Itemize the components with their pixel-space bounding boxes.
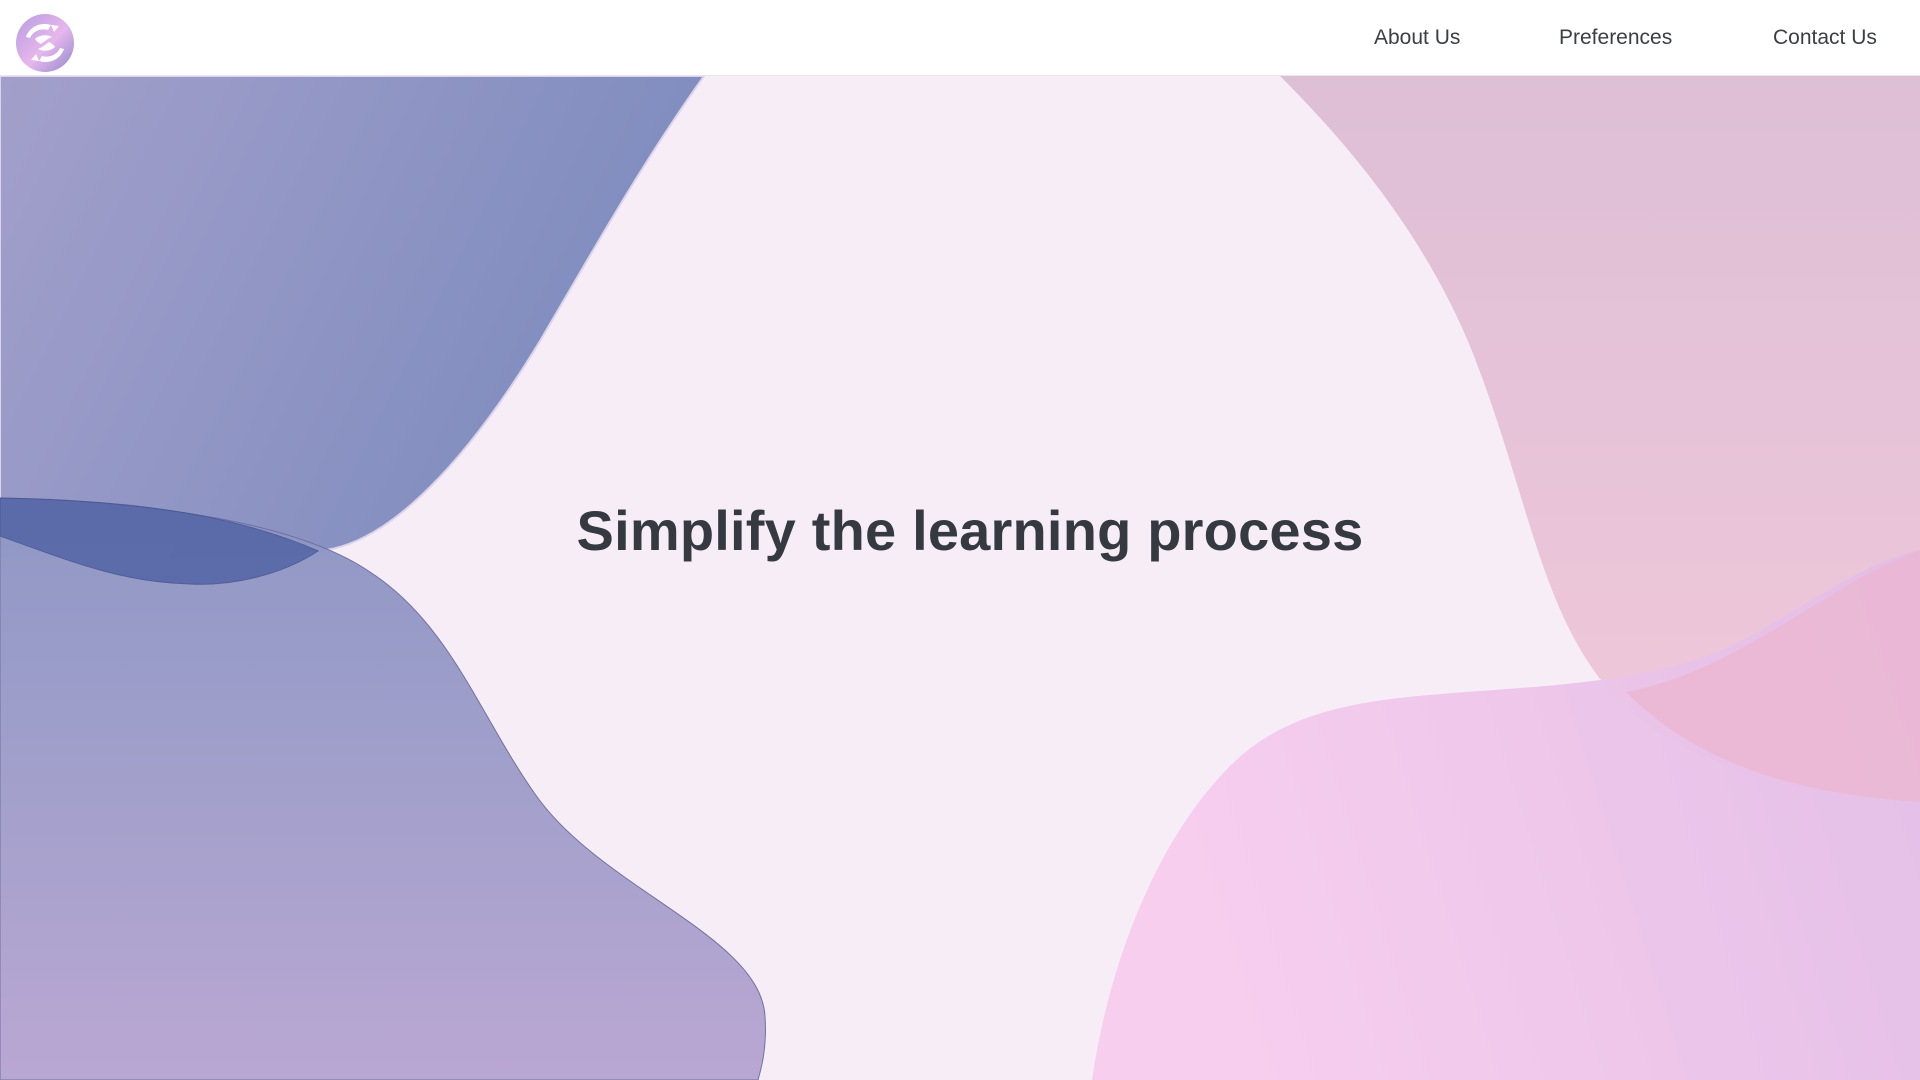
hero-headline: Simplify the learning process bbox=[576, 499, 1364, 562]
hero-section: Simplify the learning process bbox=[0, 76, 1920, 1080]
blob-bottom-left bbox=[0, 497, 766, 1080]
nav-about-us-link[interactable]: About Us bbox=[1374, 26, 1460, 50]
top-navbar: About Us Preferences Contact Us bbox=[0, 0, 1920, 76]
nav-contact-us-link[interactable]: Contact Us bbox=[1773, 26, 1877, 50]
nav-preferences-link[interactable]: Preferences bbox=[1559, 26, 1672, 50]
hero-background-shapes bbox=[0, 76, 1920, 1080]
hands-cycle-logo-icon[interactable] bbox=[14, 10, 76, 74]
